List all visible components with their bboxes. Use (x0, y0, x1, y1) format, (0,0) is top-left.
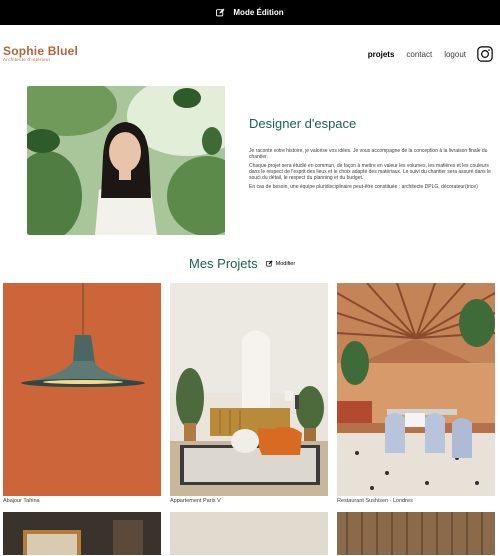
intro-section: Designer d'espace Je raconte votre histo… (249, 116, 497, 193)
project-image (337, 283, 495, 496)
pen-square-icon (265, 260, 273, 267)
project-image (170, 283, 328, 496)
edit-mode-banner: Mode Édition (0, 0, 500, 25)
intro-paragraph: Chaque projet sera étudié en commun, de … (249, 163, 491, 181)
project-card[interactable]: Appartement Paris V (170, 283, 328, 504)
pen-square-icon (216, 8, 225, 17)
project-card[interactable] (337, 512, 495, 555)
nav-contact[interactable]: contact (406, 50, 432, 59)
project-card[interactable]: Restaurant Sushisen - Londres (337, 283, 495, 504)
project-image (3, 283, 161, 496)
instagram-icon[interactable] (476, 45, 494, 63)
project-caption: Abajour Tahina (3, 498, 40, 504)
projects-header: Mes Projets Modifier (189, 256, 295, 271)
nav-logout[interactable]: logout (444, 50, 466, 59)
logo-name: Sophie Bluel (3, 44, 79, 58)
logo[interactable]: Sophie Bluel Architecte d'intérieur (3, 44, 78, 62)
project-caption: Restaurant Sushisen - Londres (337, 498, 413, 504)
intro-paragraph: En cas de besoin, une équipe pluridiscip… (249, 184, 478, 190)
modify-button[interactable]: Modifier (265, 260, 296, 267)
architect-portrait (27, 86, 225, 235)
projects-title: Mes Projets (189, 256, 258, 271)
modify-label: Modifier (275, 260, 296, 267)
project-card[interactable]: Abajour Tahina (3, 283, 161, 504)
intro-title: Designer d'espace (249, 116, 357, 131)
edit-mode-label: Mode Édition (233, 8, 284, 17)
project-card[interactable] (170, 512, 328, 555)
project-card[interactable] (3, 512, 161, 555)
intro-paragraph: Je raconte votre histoire, je valorise v… (249, 148, 488, 160)
nav-projets[interactable]: projets (368, 50, 395, 59)
main-nav: projets contact logout (368, 45, 494, 63)
project-caption: Appartement Paris V (170, 498, 221, 504)
